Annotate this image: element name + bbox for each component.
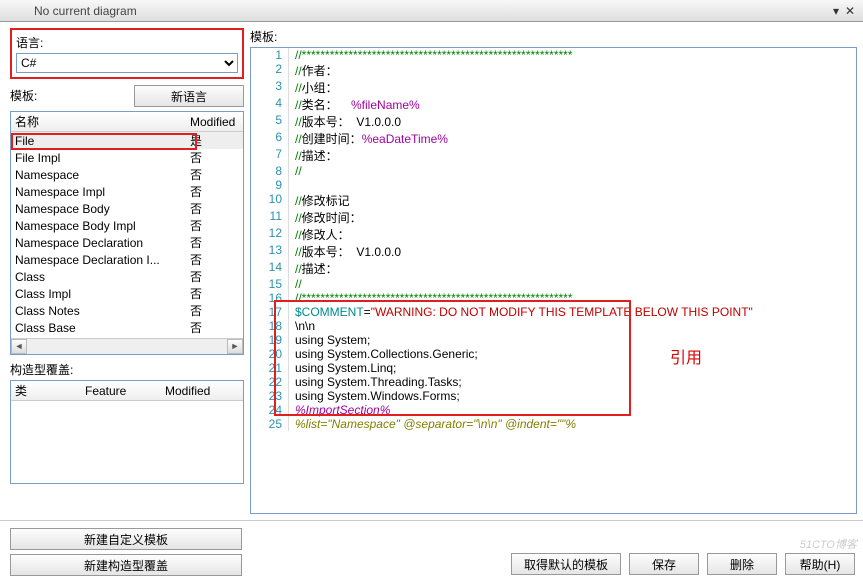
template-header-row: 模板: 新语言 [10,85,244,107]
close-icon[interactable]: ✕ [843,4,857,18]
list-item[interactable]: Namespace Declaration否 [11,234,243,251]
left-panel: 语言: C# 模板: 新语言 名称 Modified File是File Imp… [0,22,250,520]
list-item[interactable]: Namespace Body Impl否 [11,217,243,234]
delete-button[interactable]: 删除 [707,553,777,575]
reset-default-button[interactable]: 取得默认的模板 [511,553,621,575]
save-button[interactable]: 保存 [629,553,699,575]
window-titlebar: No current diagram ▾ ✕ [0,0,863,22]
template-list: 名称 Modified File是File Impl否Namespace否Nam… [10,111,244,355]
new-custom-template-button[interactable]: 新建自定义模板 [10,528,242,550]
minimize-icon[interactable]: ▾ [829,4,843,18]
template-label: 模板: [10,87,134,104]
stereotype-label: 构造型覆盖: [10,361,244,378]
list-item[interactable]: Namespace Impl否 [11,183,243,200]
list-item[interactable]: File是 [11,132,243,149]
language-select[interactable]: C# [16,53,238,73]
language-section: 语言: C# [10,28,244,79]
stereo-col-2[interactable]: Feature [81,384,161,398]
list-item[interactable]: Class Notes否 [11,302,243,319]
list-item[interactable]: Class否 [11,268,243,285]
code-editor[interactable]: 1//*************************************… [250,47,857,514]
help-button[interactable]: 帮助(H) [785,553,855,575]
scroll-right-icon[interactable]: ► [227,339,243,354]
col-name[interactable]: 名称 [11,113,186,130]
annotation-text: 引用 [670,344,702,368]
scroll-left-icon[interactable]: ◄ [11,339,27,354]
stereo-col-3[interactable]: Modified [161,384,243,398]
list-item[interactable]: File Impl否 [11,149,243,166]
h-scrollbar[interactable]: ◄ ► [11,338,243,354]
new-language-button[interactable]: 新语言 [134,85,244,107]
stereotype-list: 类 Feature Modified [10,380,244,484]
language-label: 语言: [16,34,238,51]
list-item[interactable]: Namespace Body否 [11,200,243,217]
right-panel: 模板: 1//*********************************… [250,22,863,520]
list-item[interactable]: Namespace否 [11,166,243,183]
template-list-header: 名称 Modified [11,112,243,132]
new-stereotype-override-button[interactable]: 新建构造型覆盖 [10,554,242,576]
editor-label: 模板: [250,28,857,45]
watermark: 51CTO博客 [800,536,857,552]
list-item[interactable]: Namespace Declaration I...否 [11,251,243,268]
col-modified[interactable]: Modified [186,115,243,129]
list-item[interactable]: Class Base否 [11,319,243,336]
stereo-col-1[interactable]: 类 [11,382,81,399]
list-item[interactable]: Class Impl否 [11,285,243,302]
window-title: No current diagram [6,4,829,18]
